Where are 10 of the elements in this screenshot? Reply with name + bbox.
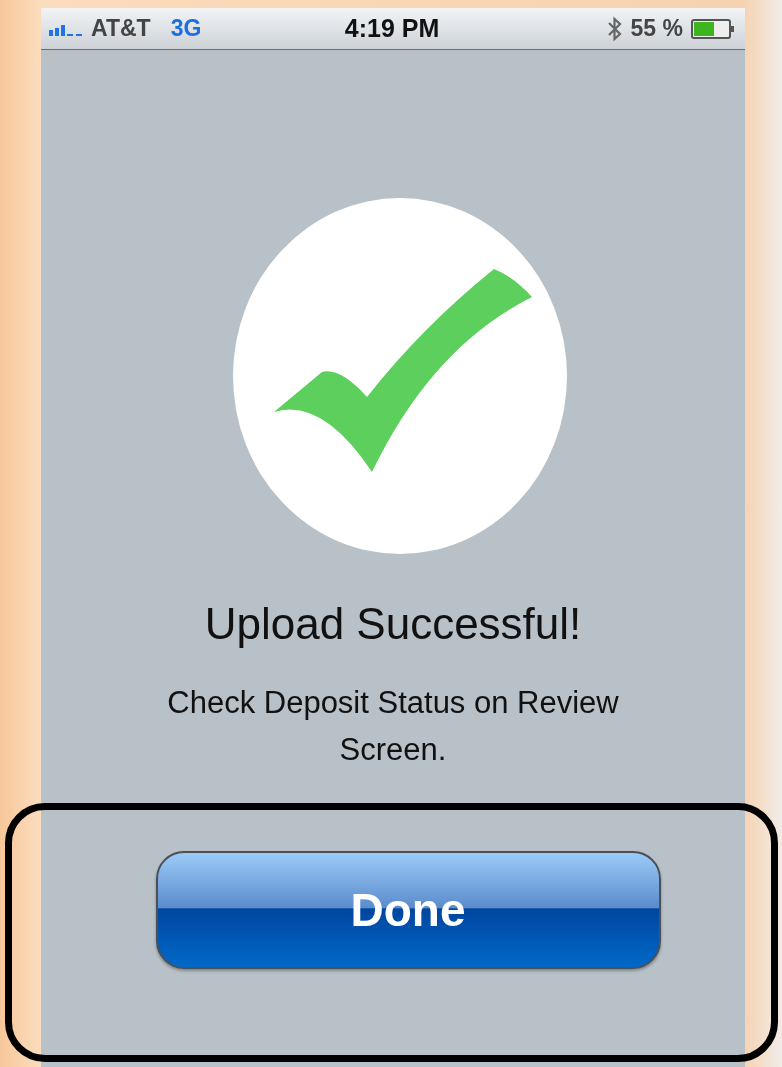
checkmark-icon <box>231 197 568 555</box>
carrier-name: AT&T <box>91 15 151 42</box>
battery-icon <box>691 18 735 39</box>
battery-percent: 55 % <box>630 15 683 42</box>
success-message: Check Deposit Status on Review Screen. <box>166 684 620 769</box>
status-time: 4:19 PM <box>344 14 440 43</box>
network-type: 3G <box>170 15 202 42</box>
done-button[interactable]: Done <box>155 851 661 969</box>
bluetooth-icon <box>606 15 623 42</box>
success-title: Upload Successful! <box>204 599 582 649</box>
